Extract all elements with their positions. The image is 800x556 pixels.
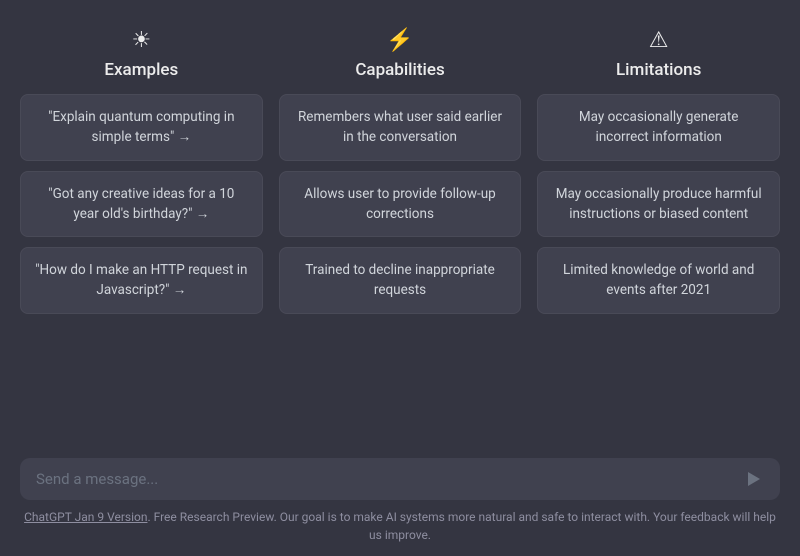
card-capabilities-1: Allows user to provide follow-up correct… [279, 171, 522, 238]
send-icon [748, 472, 760, 486]
column-examples: ☀ Examples "Explain quantum computing in s… [20, 30, 263, 314]
card-examples-0[interactable]: "Explain quantum computing in simple ter… [20, 94, 263, 161]
column-title-examples: Examples [104, 60, 178, 80]
card-capabilities-0: Remembers what user said earlier in the … [279, 94, 522, 161]
send-button[interactable] [744, 470, 764, 488]
column-limitations: ⚠ Limitations May occasionally generate in… [537, 30, 780, 314]
card-examples-2[interactable]: "How do I make an HTTP request in Javasc… [20, 247, 263, 314]
column-header-examples: ☀ Examples [104, 30, 178, 80]
main-content: ☀ Examples "Explain quantum computing in s… [0, 0, 800, 448]
capabilities-icon: ⚡ [386, 30, 413, 52]
column-header-limitations: ⚠ Limitations [616, 30, 701, 80]
column-title-limitations: Limitations [616, 60, 701, 80]
columns-container: ☀ Examples "Explain quantum computing in s… [20, 30, 780, 314]
input-row [20, 458, 780, 500]
column-header-capabilities: ⚡ Capabilities [355, 30, 444, 80]
bottom-section [0, 448, 800, 500]
footer: ChatGPT Jan 9 Version. Free Research Pre… [0, 500, 800, 556]
version-link[interactable]: ChatGPT Jan 9 Version [24, 510, 147, 524]
limitations-icon: ⚠ [649, 30, 669, 52]
column-title-capabilities: Capabilities [355, 60, 444, 80]
card-limitations-1: May occasionally produce harmful instruc… [537, 171, 780, 238]
card-limitations-2: Limited knowledge of world and events af… [537, 247, 780, 314]
card-limitations-0: May occasionally generate incorrect info… [537, 94, 780, 161]
column-capabilities: ⚡ Capabilities Remembers what user said ea… [279, 30, 522, 314]
examples-icon: ☀ [131, 30, 151, 52]
card-examples-1[interactable]: "Got any creative ideas for a 10 year ol… [20, 171, 263, 238]
card-capabilities-2: Trained to decline inappropriate request… [279, 247, 522, 314]
footer-description: . Free Research Preview. Our goal is to … [147, 510, 775, 542]
chat-input[interactable] [36, 470, 736, 488]
